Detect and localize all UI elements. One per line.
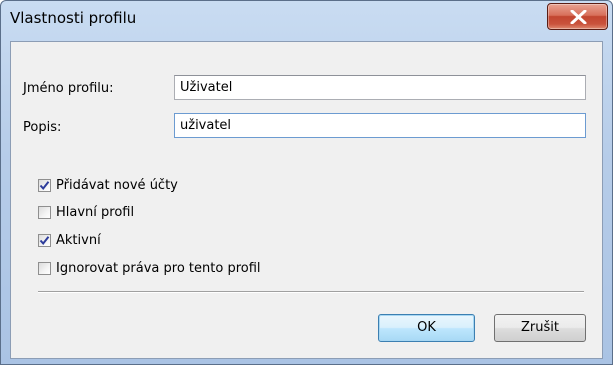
profile-name-input[interactable] <box>174 75 586 100</box>
cancel-button[interactable]: Zrušit <box>494 314 586 342</box>
dialog-content: Jméno profilu: Popis: Přidávat nové účty… <box>10 41 603 359</box>
option-add-new-accounts[interactable]: Přidávat nové účty <box>38 176 178 194</box>
profile-name-label: Jméno profilu: <box>23 81 114 96</box>
separator <box>38 291 584 293</box>
option-label: Přidávat nové účty <box>56 177 178 193</box>
description-input[interactable] <box>174 113 586 138</box>
ignore-rights-checkbox[interactable] <box>38 261 51 275</box>
checkmark-icon <box>39 235 50 245</box>
option-main-profile[interactable]: Hlavní profil <box>38 203 134 221</box>
option-label: Aktivní <box>56 232 101 248</box>
close-button[interactable] <box>547 3 608 30</box>
option-label: Hlavní profil <box>56 204 135 220</box>
checkmark-icon <box>39 180 50 190</box>
cancel-button-label: Zrušit <box>521 320 559 335</box>
option-label: Ignorovat práva pro tento profil <box>56 260 261 276</box>
close-icon <box>570 10 587 24</box>
dialog-window: Vlastnosti profilu Jméno profilu: Popis:… <box>0 0 613 365</box>
ok-button[interactable]: OK <box>378 314 475 342</box>
ok-button-label: OK <box>417 320 436 335</box>
description-label: Popis: <box>23 120 62 135</box>
option-ignore-rights[interactable]: Ignorovat práva pro tento profil <box>38 259 261 277</box>
add-new-accounts-checkbox[interactable] <box>38 178 51 192</box>
window-title: Vlastnosti profilu <box>10 9 137 27</box>
active-checkbox[interactable] <box>38 233 51 247</box>
title-bar[interactable]: Vlastnosti profilu <box>1 1 612 41</box>
option-active[interactable]: Aktivní <box>38 231 101 249</box>
main-profile-checkbox[interactable] <box>38 205 51 219</box>
